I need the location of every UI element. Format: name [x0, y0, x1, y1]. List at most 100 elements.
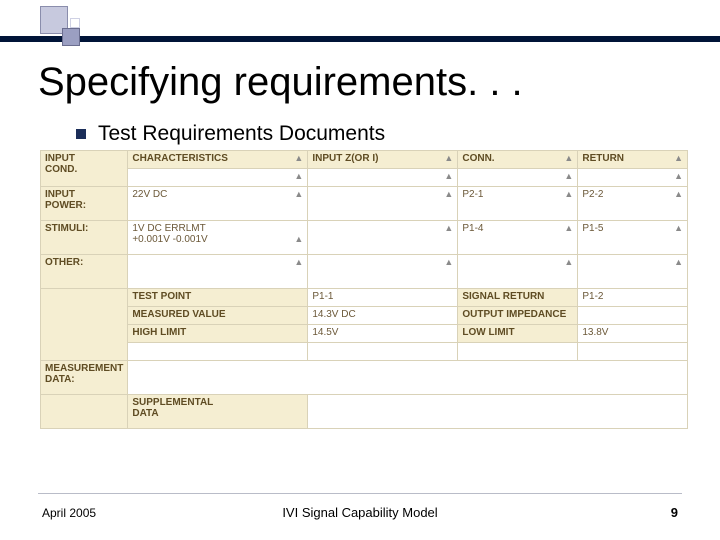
- cell: P1-5 ▲: [578, 221, 688, 255]
- sort-icon: ▲: [674, 189, 683, 199]
- footer-center: IVI Signal Capability Model: [0, 505, 720, 520]
- cell-high-limit-value: 14.5V: [308, 325, 458, 343]
- sort-icon: ▲: [444, 153, 453, 163]
- cell: [308, 395, 688, 429]
- col-header-conn: CONN. ▲: [458, 151, 578, 169]
- cell-text: 13.8V: [582, 327, 608, 338]
- cell-text: MEASURED VALUE: [132, 309, 225, 320]
- sort-icon: ▲: [564, 223, 573, 233]
- sort-icon: ▲: [674, 257, 683, 267]
- sort-icon: ▲: [444, 223, 453, 233]
- cell: ▲: [458, 169, 578, 187]
- requirements-table: INPUTCOND. CHARACTERISTICS ▲ INPUT Z(OR I…: [40, 150, 688, 429]
- cell-supplemental-label: SUPPLEMENTALDATA: [128, 395, 308, 429]
- cell-text: INPUTPOWER:: [45, 189, 86, 211]
- sort-icon: ▲: [564, 171, 573, 181]
- cell: ▲: [578, 255, 688, 289]
- bullet-icon: [76, 129, 86, 139]
- cell-text: SUPPLEMENTALDATA: [132, 397, 213, 419]
- cell-test-point-value: P1-1: [308, 289, 458, 307]
- cell-signal-return-label: SIGNAL RETURN: [458, 289, 578, 307]
- cell-high-limit-label: HIGH LIMIT: [128, 325, 308, 343]
- cell-text: TEST POINT: [132, 291, 191, 302]
- cell-text: 1V DC ERRLMT+0.001V -0.001V: [132, 223, 207, 245]
- cell-low-limit-label: LOW LIMIT: [458, 325, 578, 343]
- sort-icon: ▲: [674, 223, 683, 233]
- cell-test-point-label: TEST POINT: [128, 289, 308, 307]
- cell: ▲: [578, 169, 688, 187]
- cell-signal-return-value: P1-2: [578, 289, 688, 307]
- cell: P1-4 ▲: [458, 221, 578, 255]
- footer-divider: [38, 493, 682, 494]
- row-label-input-power: INPUTPOWER:: [41, 187, 128, 221]
- footer-date: April 2005: [42, 506, 96, 520]
- decor-square-mid: [62, 28, 80, 46]
- cell-text: P1-5: [582, 223, 603, 234]
- cell-text: 14.5V: [312, 327, 338, 338]
- sort-icon: ▲: [294, 234, 303, 244]
- sort-icon: ▲: [294, 153, 303, 163]
- cell: [578, 343, 688, 361]
- decor-bar: [0, 36, 720, 42]
- cell: [308, 343, 458, 361]
- cell-text: 22V DC: [132, 189, 167, 200]
- cell: ▲: [308, 169, 458, 187]
- sort-icon: ▲: [294, 189, 303, 199]
- cell-measured-value-label: MEASURED VALUE: [128, 307, 308, 325]
- col-header-characteristics: CHARACTERISTICS ▲: [128, 151, 308, 169]
- cell: P2-2 ▲: [578, 187, 688, 221]
- cell-text: 14.3V DC: [312, 309, 355, 320]
- cell: P2-1▲: [458, 187, 578, 221]
- cell-text: SIGNAL RETURN: [462, 291, 544, 302]
- decor-square-small: [70, 18, 80, 28]
- sort-icon: ▲: [564, 189, 573, 199]
- cell-text: MEASUREMENTDATA:: [45, 363, 123, 385]
- cell-text: OUTPUT IMPEDANCE: [462, 309, 566, 320]
- sort-icon: ▲: [564, 153, 573, 163]
- sort-icon: ▲: [674, 171, 683, 181]
- cell: [128, 361, 688, 395]
- cell-output-impedance-label: OUTPUT IMPEDANCE: [458, 307, 578, 325]
- sort-icon: ▲: [444, 257, 453, 267]
- cell: ▲: [128, 169, 308, 187]
- footer: April 2005 IVI Signal Capability Model 9: [0, 505, 720, 520]
- cell: ▲: [308, 187, 458, 221]
- cell-text: STIMULI:: [45, 223, 88, 234]
- row-label-measurement-data: MEASUREMENTDATA:: [41, 361, 128, 395]
- cell: 22V DC ▲: [128, 187, 308, 221]
- cell-low-limit-value: 13.8V: [578, 325, 688, 343]
- col-header-input-z: INPUT Z(OR I) ▲: [308, 151, 458, 169]
- cell-text: P1-1: [312, 291, 333, 302]
- cell-text: INPUT Z(OR I): [312, 153, 378, 164]
- bullet-row: Test Requirements Documents: [76, 122, 385, 146]
- cell: ▲: [308, 221, 458, 255]
- sort-icon: ▲: [674, 153, 683, 163]
- cell: ▲: [308, 255, 458, 289]
- sort-icon: ▲: [294, 171, 303, 181]
- cell-measured-value: 14.3V DC: [308, 307, 458, 325]
- cell-text: P1-2: [582, 291, 603, 302]
- sort-icon: ▲: [444, 189, 453, 199]
- cell-text: P2-2: [582, 189, 603, 200]
- cell: [458, 343, 578, 361]
- cell-text: CHARACTERISTICS: [132, 153, 228, 164]
- row-label-input-cond: INPUTCOND.: [41, 151, 128, 187]
- cell: [128, 343, 308, 361]
- cell-text: RETURN: [582, 153, 624, 164]
- cell-text: CONN.: [462, 153, 494, 164]
- cell-text: LOW LIMIT: [462, 327, 514, 338]
- row-label-other: OTHER:: [41, 255, 128, 289]
- row-label-blank: [41, 289, 128, 361]
- cell-text: P1-4: [462, 223, 483, 234]
- cell-output-impedance-value: [578, 307, 688, 325]
- sort-icon: ▲: [294, 257, 303, 267]
- slide: Specifying requirements. . . Test Requir…: [0, 0, 720, 540]
- cell-text: INPUTCOND.: [45, 153, 77, 175]
- row-label-blank2: [41, 395, 128, 429]
- cell: ▲: [458, 255, 578, 289]
- bullet-text: Test Requirements Documents: [98, 122, 385, 146]
- col-header-return: RETURN ▲: [578, 151, 688, 169]
- sort-icon: ▲: [564, 257, 573, 267]
- cell-text: OTHER:: [45, 257, 83, 268]
- cell: 1V DC ERRLMT+0.001V -0.001V ▲: [128, 221, 308, 255]
